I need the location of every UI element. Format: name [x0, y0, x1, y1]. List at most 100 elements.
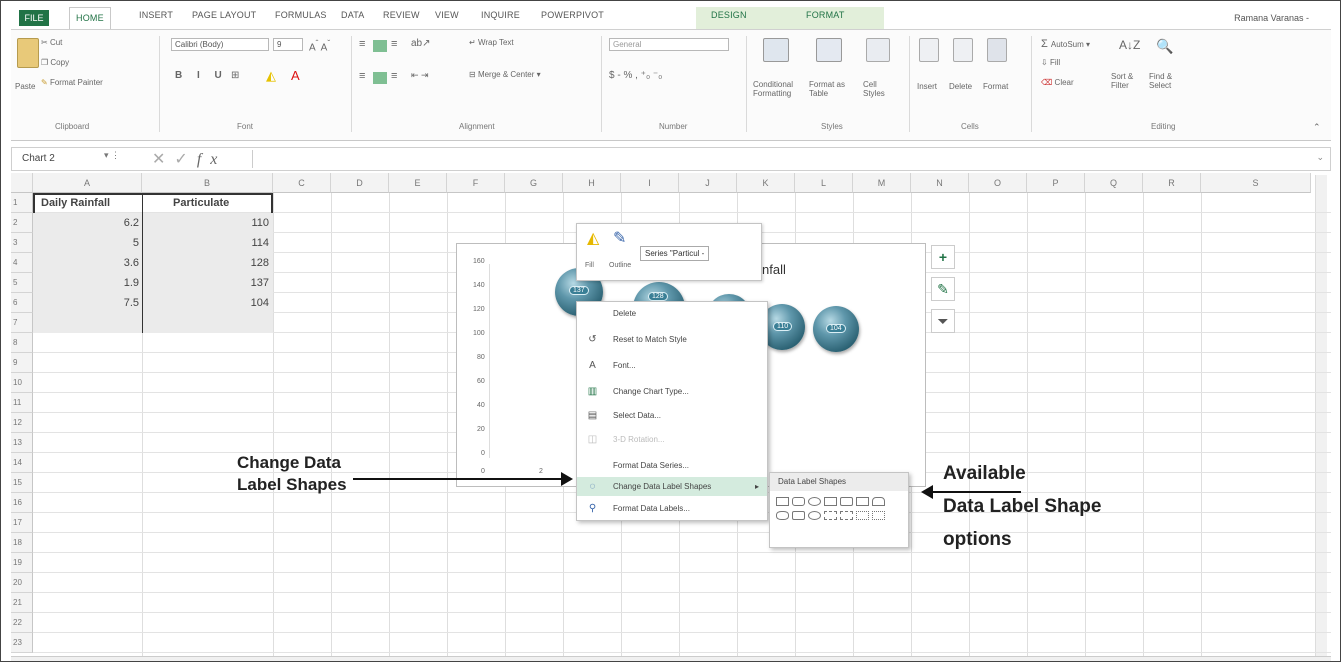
align-center-icon[interactable] [373, 72, 387, 84]
bold-italic-underline[interactable]: B I U [175, 70, 228, 81]
row-header[interactable]: 12 [11, 413, 33, 433]
column-header[interactable]: N [911, 173, 969, 193]
column-header[interactable]: G [505, 173, 563, 193]
column-header[interactable]: K [737, 173, 795, 193]
outline-pen-icon[interactable]: ✎ [613, 228, 626, 248]
collapse-ribbon-icon[interactable]: ⌃ [1313, 122, 1321, 133]
row-header[interactable]: 22 [11, 613, 33, 633]
row-header[interactable]: 16 [11, 493, 33, 513]
tab-powerpivot[interactable]: POWERPIVOT [541, 10, 604, 20]
row-header[interactable]: 10 [11, 373, 33, 393]
column-header[interactable]: P [1027, 173, 1085, 193]
row-header[interactable]: 4 [11, 253, 33, 273]
callout-shape-option[interactable] [872, 497, 885, 506]
rounded-rectangle-shape-option[interactable] [792, 497, 805, 506]
table-cell[interactable]: 110 [145, 217, 269, 229]
line-callout-shape-option[interactable] [840, 511, 853, 520]
expand-formula-icon[interactable]: ⌄ [1316, 152, 1324, 163]
column-header[interactable]: D [331, 173, 389, 193]
cell-styles-icon[interactable] [866, 38, 890, 62]
column-header[interactable]: S [1201, 173, 1311, 193]
format-cells-icon[interactable] [987, 38, 1007, 62]
binoculars-icon[interactable]: 🔍 [1156, 38, 1173, 55]
table-cell[interactable]: 128 [145, 257, 269, 269]
tab-review[interactable]: REVIEW [383, 10, 420, 20]
row-header[interactable]: 20 [11, 573, 33, 593]
callout-shape-option[interactable] [856, 497, 869, 506]
column-header[interactable]: R [1143, 173, 1201, 193]
table-cell[interactable]: 3.6 [35, 257, 139, 269]
row-header[interactable]: 1 [11, 193, 33, 213]
insert-cells-icon[interactable] [919, 38, 939, 62]
cancel-icon[interactable]: ✕ [152, 151, 174, 168]
format-as-table-button[interactable]: Format as Table [809, 80, 853, 98]
align-middle-icon[interactable] [373, 40, 387, 52]
autosum-button[interactable]: Σ AutoSum ▾ [1041, 38, 1090, 50]
row-header[interactable]: 6 [11, 293, 33, 313]
row-header[interactable]: 14 [11, 453, 33, 473]
column-header[interactable]: C [273, 173, 331, 193]
conditional-formatting-button[interactable]: Conditional Formatting [753, 80, 801, 98]
row-header[interactable]: 5 [11, 273, 33, 293]
row-header[interactable]: 11 [11, 393, 33, 413]
column-header[interactable]: O [969, 173, 1027, 193]
conditional-formatting-icon[interactable] [763, 38, 789, 62]
line-callout-shape-option[interactable] [824, 511, 837, 520]
enter-icon[interactable]: ✓ [174, 151, 196, 168]
row-header[interactable]: 7 [11, 313, 33, 333]
cut-button[interactable]: ✂ Cut [41, 38, 62, 47]
insert-button[interactable]: Insert [917, 82, 937, 91]
row-header[interactable]: 3 [11, 233, 33, 253]
table-cell[interactable]: 104 [145, 297, 269, 309]
align-top-icon[interactable]: ≡ [359, 38, 365, 50]
wrap-text-button[interactable]: ↵ Wrap Text [469, 38, 514, 47]
line-callout-shape-option[interactable] [872, 511, 885, 520]
rectangle-shape-option[interactable] [776, 497, 789, 506]
chart-filters-icon[interactable]: ⏷ [931, 309, 955, 333]
column-header[interactable]: L [795, 173, 853, 193]
font-grow-icon[interactable]: Aˆ Aˇ [309, 38, 330, 53]
speech-bubble-shape-option[interactable] [808, 511, 821, 520]
column-header[interactable]: H [563, 173, 621, 193]
column-header[interactable]: F [447, 173, 505, 193]
fill-button[interactable]: ⇩ Fill [1041, 58, 1060, 67]
formula-input[interactable] [260, 150, 1315, 168]
sort-filter-icon[interactable]: A↓Z [1119, 38, 1140, 52]
menu-item-delete[interactable]: Delete [577, 304, 767, 323]
row-header[interactable]: 19 [11, 553, 33, 573]
table-cell[interactable]: 137 [145, 277, 269, 289]
menu-item-font[interactable]: A Font... [577, 356, 767, 375]
column-header[interactable]: B [142, 173, 273, 193]
format-button[interactable]: Format [983, 82, 1008, 91]
row-header[interactable]: 9 [11, 353, 33, 373]
align-right-icon[interactable]: ≡ [391, 70, 397, 82]
sheet-tab-bar[interactable] [11, 656, 1331, 661]
menu-item-reset-style[interactable]: ↺ Reset to Match Style [577, 330, 767, 349]
table-cell[interactable]: 7.5 [35, 297, 139, 309]
chart-styles-brush-icon[interactable]: ✎ [931, 277, 955, 301]
clear-button[interactable]: ⌫ Clear [1041, 78, 1074, 87]
menu-item-change-data-label-shapes[interactable]: ◌ Change Data Label Shapes ▸ [577, 477, 767, 496]
row-header[interactable]: 18 [11, 533, 33, 553]
data-label[interactable]: 128 [648, 292, 668, 301]
row-header[interactable]: 23 [11, 633, 33, 653]
table-cell[interactable]: 6.2 [35, 217, 139, 229]
data-label[interactable]: 110 [773, 322, 793, 331]
speech-bubble-shape-option[interactable] [776, 511, 789, 520]
table-cell[interactable]: 1.9 [35, 277, 139, 289]
column-header[interactable]: Q [1085, 173, 1143, 193]
tab-formulas[interactable]: FORMULAS [275, 10, 327, 20]
fill-color-icon[interactable]: ◭ [266, 68, 276, 84]
number-format-select[interactable]: General [609, 38, 729, 51]
function-icon[interactable]: fx [197, 151, 227, 168]
delete-cells-icon[interactable] [953, 38, 973, 62]
tab-file[interactable]: FILE [19, 10, 49, 26]
tab-view[interactable]: VIEW [435, 10, 459, 20]
data-label[interactable]: 104 [826, 324, 846, 333]
tab-page-layout[interactable]: PAGE LAYOUT [192, 10, 256, 20]
font-size-select[interactable]: 9 [273, 38, 303, 51]
column-header[interactable]: I [621, 173, 679, 193]
tab-inquire[interactable]: INQUIRE [481, 10, 520, 20]
tab-format[interactable]: FORMAT [806, 10, 845, 20]
name-box-dropdown-icon[interactable]: ▾ ⋮ [104, 150, 120, 161]
